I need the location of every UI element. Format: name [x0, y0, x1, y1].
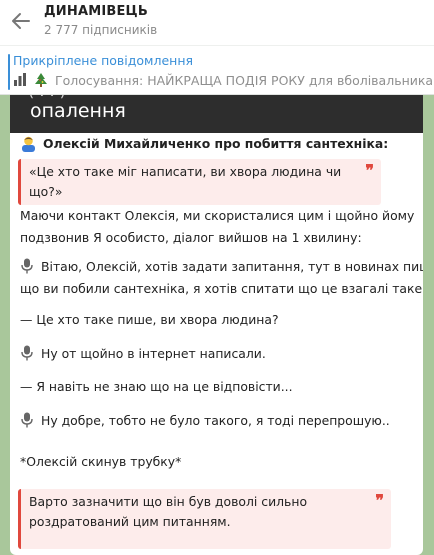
microphone-icon	[21, 345, 33, 361]
quote-mark-icon: ❞	[375, 491, 384, 510]
question-1-line-2: що ви побили сантехніка, я хотів спитати…	[20, 281, 423, 296]
quote-block-1: «Це хто таке міг написати, ви хвора люди…	[18, 159, 381, 205]
question-2: Ну от щойно в інтернет написали.	[20, 342, 266, 366]
pinned-text: Голосування: НАЙКРАЩА ПОДІЯ РОКУ для вбо…	[54, 73, 434, 88]
subscriber-count: 2 777 підписників	[44, 23, 158, 37]
message-heading: Олексій Михайличенко про побиття сантехн…	[43, 136, 389, 151]
channel-header: ДИНАМІВЕЦЬ 2 777 підписників	[0, 0, 434, 45]
quote-1-text: «Це хто таке міг написати, ви хвора люди…	[29, 164, 342, 199]
microphone-icon	[21, 258, 33, 274]
message-bubble: ( . . ) опалення Олексій Михайличенко пр…	[10, 95, 423, 555]
microphone-icon	[21, 412, 33, 428]
hangup-note: *Олексій скинув трубку*	[20, 454, 182, 469]
back-arrow-icon[interactable]	[10, 10, 32, 32]
pinned-label: Прикріплене повідомлення	[13, 53, 194, 68]
bar-chart-icon	[14, 73, 26, 86]
pinned-text-row: Голосування: НАЙКРАЩА ПОДІЯ РОКУ для вбо…	[13, 73, 434, 88]
question-3-text: Ну добре, тобто не було такого, я тоді п…	[41, 413, 390, 428]
question-2-text: Ну от щойно в інтернет написали.	[41, 346, 266, 361]
quote-2-text: Варто зазначити що він був доволі сильно…	[29, 494, 308, 529]
question-1-line-1: Вітаю, Олексій, хотів задати запитання, …	[20, 255, 423, 279]
quote-mark-icon: ❞	[365, 161, 374, 180]
question-3: Ну добре, тобто не було такого, я тоді п…	[20, 409, 390, 433]
pinned-indicator	[8, 54, 10, 90]
media-caption: опалення	[30, 100, 126, 122]
christmas-tree-icon	[34, 73, 47, 87]
message-heading-row: Олексій Михайличенко про побиття сантехн…	[20, 132, 388, 156]
media-preview[interactable]: ( . . ) опалення	[10, 95, 423, 133]
answer-2: — Я навіть не знаю що на це відповісти..…	[20, 379, 293, 394]
answer-1: — Це хто таке пише, ви хвора людина?	[20, 312, 279, 327]
pinned-message-bar[interactable]: Прикріплене повідомлення Голосування: НА…	[0, 45, 434, 95]
question-1-text-1: Вітаю, Олексій, хотів задати запитання, …	[41, 259, 423, 274]
intro-line-1: Маючи контакт Олексія, ми скористалися ц…	[20, 208, 415, 223]
intro-line-2: подзвонив Я особисто, діалог вийшов на 1…	[20, 230, 362, 245]
person-icon	[22, 136, 35, 152]
quote-block-2: Варто зазначити що він був доволі сильно…	[18, 489, 391, 549]
channel-title[interactable]: ДИНАМІВЕЦЬ	[44, 4, 148, 19]
